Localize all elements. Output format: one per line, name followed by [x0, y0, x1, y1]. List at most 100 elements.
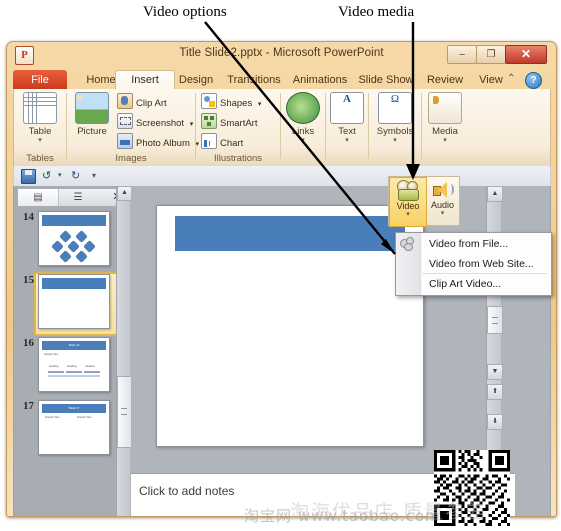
video-button-label: Video [396, 201, 420, 211]
smartart-node [51, 240, 64, 253]
video-film-reel-icon [396, 180, 420, 201]
maximize-button[interactable]: ❐ [476, 45, 506, 64]
smartart-button[interactable]: SmartArt [201, 113, 257, 131]
screenshot-button[interactable]: Screenshot ▾ [117, 113, 193, 131]
close-button[interactable]: ✕ [505, 45, 547, 64]
list-item[interactable]: 15 [16, 272, 122, 336]
thumbnail-number: 17 [23, 400, 34, 412]
quick-access-toolbar: ↺ ▾ ↻ ▾ [13, 166, 551, 186]
video-button[interactable]: Video ▾ [389, 177, 427, 227]
menu-item-video-from-web-site[interactable]: Video from Web Site... [420, 254, 551, 274]
text-button[interactable]: A Text ▾ [326, 92, 368, 144]
thumb-rule [66, 371, 82, 373]
minimize-ribbon-icon[interactable]: ⌃ [507, 73, 515, 84]
thumb-col-head: Heading [49, 365, 59, 368]
media-button[interactable]: Media ▾ [422, 92, 468, 144]
chevron-down-icon[interactable]: ▾ [390, 211, 426, 218]
thumb-rule [84, 371, 100, 373]
media-button-label: Media [432, 126, 458, 137]
menu-item-clip-art-video[interactable]: Clip Art Video... [420, 274, 551, 294]
chart-button[interactable]: Chart [201, 133, 243, 151]
chart-label: Chart [220, 138, 244, 149]
previous-slide-button[interactable]: ⬆ [487, 384, 503, 400]
picture-button-label: Picture [77, 126, 107, 137]
links-button[interactable]: Links ▾ [281, 92, 325, 144]
ribbon-group-images: Picture Clip Art Screenshot ▾ Photo Albu… [67, 89, 199, 166]
thumb-title-text: Slide 17 [42, 404, 106, 413]
audio-button-label: Audio [430, 200, 455, 210]
shapes-icon [201, 93, 217, 109]
customize-qat-button[interactable]: ▾ [92, 168, 96, 184]
thumb-right-text: Feature Text [77, 416, 92, 419]
annotation-label-video-options: Video options [143, 4, 227, 20]
tab-slides[interactable]: ▤ [18, 189, 59, 206]
help-icon[interactable]: ? [525, 72, 542, 89]
chevron-down-icon: ▾ [393, 137, 397, 144]
tab-outline[interactable]: ☰ [58, 189, 98, 206]
chevron-down-icon: ▾ [189, 121, 194, 128]
thumbnail-number: 14 [23, 211, 34, 223]
thumb-title-text: Slide 16 [42, 341, 106, 350]
table-icon [23, 92, 57, 124]
slide-edit-area: ▲ ▼ ⬆ ⬇ [131, 186, 515, 471]
table-button[interactable]: Table ▾ [14, 92, 66, 144]
ribbon-group-tables: Table ▾ Tables [14, 89, 66, 166]
links-globe-icon [286, 92, 320, 124]
thumbnail-preview[interactable] [38, 211, 110, 266]
scroll-up-icon[interactable]: ▲ [487, 186, 503, 202]
symbols-button[interactable]: Ω Symbols ▾ [369, 92, 421, 144]
scroll-up-icon[interactable]: ▲ [117, 186, 132, 201]
screenshot-icon [117, 113, 133, 129]
undo-button[interactable]: ↺ [42, 168, 51, 184]
ribbon-group-links: Links ▾ [281, 89, 325, 166]
scroll-down-icon[interactable]: ▼ [487, 364, 503, 380]
audio-button[interactable]: Audio ▾ [426, 177, 459, 225]
clip-art-icon [117, 93, 133, 109]
slide-canvas[interactable] [156, 205, 424, 447]
menu-item-video-from-file[interactable]: Video from File... [420, 234, 551, 254]
shapes-button[interactable]: Shapes ▾ [201, 93, 261, 111]
text-button-label: Text [338, 126, 356, 137]
thumb-col-head: Heading [67, 365, 77, 368]
smartart-icon [201, 113, 217, 129]
group-label-images: Images [115, 153, 147, 164]
next-slide-button[interactable]: ⬇ [487, 414, 503, 430]
thumbnail-preview[interactable] [38, 274, 110, 329]
list-item[interactable]: 17 Slide 17 Feature Text Feature Text [16, 398, 122, 461]
redo-button[interactable]: ↻ [71, 168, 80, 184]
thumbnail-preview[interactable]: Slide 17 Feature Text Feature Text [38, 400, 110, 455]
tab-file[interactable]: File [13, 70, 67, 90]
ribbon-insert-panel: Table ▾ Tables Picture Clip Art Screensh… [13, 89, 551, 167]
scrollbar-thumb[interactable] [487, 306, 503, 334]
slide-vertical-scrollbar[interactable]: ▲ ▼ ⬆ ⬇ [486, 186, 503, 471]
ribbon-group-symbols: Ω Symbols ▾ [369, 89, 421, 166]
list-item[interactable]: 16 Slide 16 Sample Text Heading Heading … [16, 335, 122, 398]
minimize-button[interactable]: – [447, 45, 477, 64]
picture-button[interactable]: Picture [69, 92, 115, 137]
photo-album-button[interactable]: Photo Album ▾ [117, 133, 199, 151]
thumbnail-preview[interactable]: Slide 16 Sample Text Heading Heading Hea… [38, 337, 110, 392]
thumbnail-scrollbar[interactable]: ▲ ▼ [116, 186, 132, 516]
smartart-node [59, 230, 72, 243]
thumb-col-head: Heading [85, 365, 95, 368]
ribbon-group-text: A Text ▾ [326, 89, 368, 166]
thumb-rule [48, 371, 64, 373]
picture-icon [75, 92, 109, 124]
clip-art-button[interactable]: Clip Art [117, 93, 167, 111]
media-icon [428, 92, 462, 124]
undo-dropdown-icon[interactable]: ▾ [58, 168, 62, 184]
annotation-label-video-media: Video media [338, 4, 415, 20]
smartart-node [67, 240, 80, 253]
shapes-label: Shapes [220, 98, 253, 109]
minimize-icon: – [459, 49, 465, 60]
scrollbar-thumb[interactable] [117, 376, 132, 448]
slide-title-placeholder[interactable] [175, 216, 405, 251]
omega-icon: Ω [378, 92, 412, 124]
chevron-down-icon: ▾ [38, 137, 42, 144]
video-dropdown-menu: Video from File... Video from Web Site..… [395, 232, 552, 296]
screenshot-label: Screenshot [136, 118, 185, 129]
list-item[interactable]: 14 [16, 209, 122, 272]
save-button[interactable] [20, 168, 36, 184]
smartart-node [75, 250, 88, 263]
chevron-down-icon[interactable]: ▾ [426, 210, 459, 217]
